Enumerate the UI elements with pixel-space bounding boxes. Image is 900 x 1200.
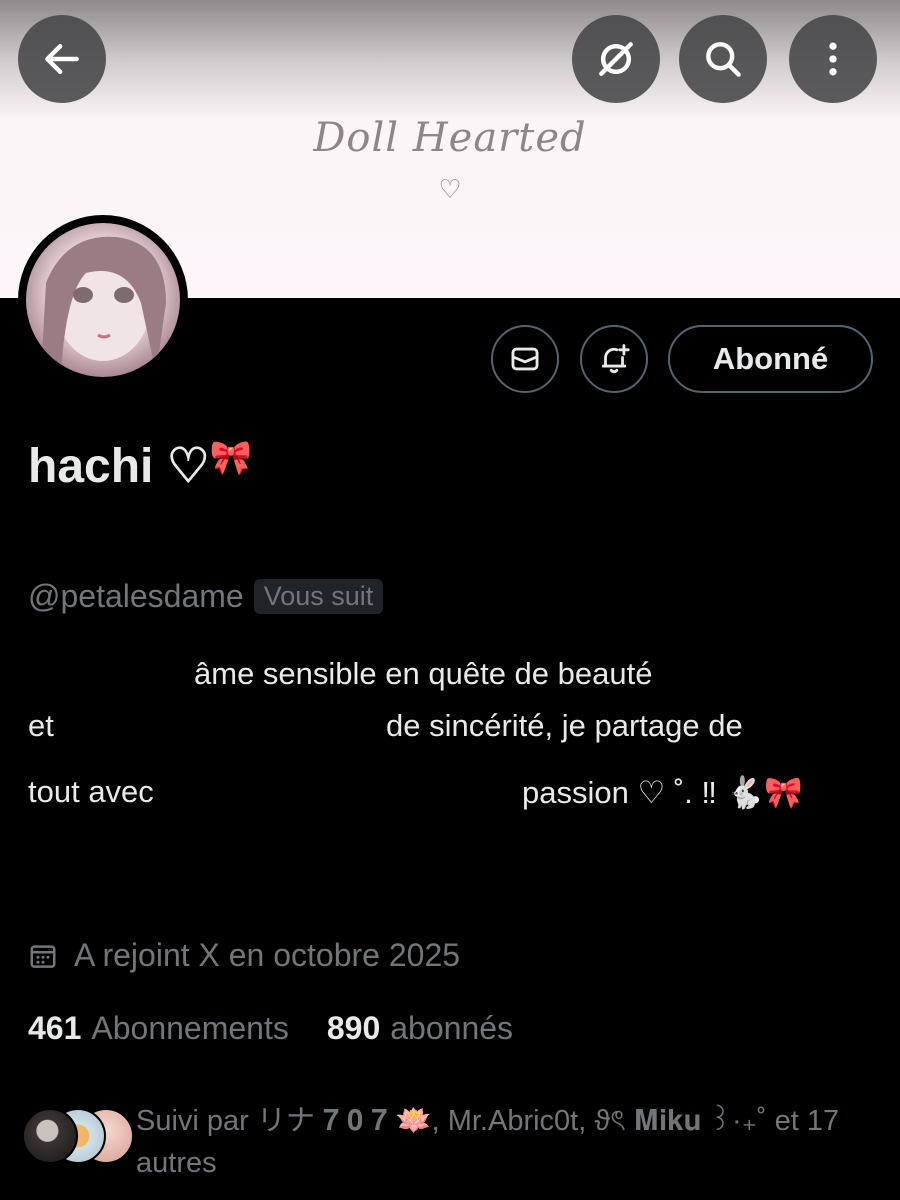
following-link[interactable]: 461 Abonnements xyxy=(28,1010,327,1047)
bio-line-3b: passion ♡ ˚. ‼ 🐇🎀 xyxy=(522,775,803,810)
following-button[interactable]: Abonné xyxy=(668,325,873,393)
arrow-left-icon xyxy=(45,43,79,75)
bio-line-2b: de sincérité, je partage de xyxy=(386,708,743,743)
joined-row: A rejoint X en octobre 2025 xyxy=(28,937,460,974)
calendar-icon xyxy=(30,944,56,968)
search-button[interactable] xyxy=(679,15,767,103)
bio-line-3a: tout avec xyxy=(28,774,154,809)
bell-plus-icon xyxy=(601,344,630,374)
followers-label: abonnés xyxy=(390,1010,514,1046)
banner-title: Doll Hearted xyxy=(313,115,587,161)
followers-count: 890 xyxy=(326,1010,381,1046)
bio-line-2a: et xyxy=(28,708,54,743)
grok-button[interactable] xyxy=(572,15,660,103)
display-name: hachi ♡🎀 xyxy=(28,438,252,494)
follows-you-badge: Vous suit xyxy=(253,579,384,614)
mail-icon xyxy=(511,347,539,371)
back-button[interactable] xyxy=(18,15,106,103)
mutual-avatar-1 xyxy=(22,1108,78,1164)
joined-date: A rejoint X en octobre 2025 xyxy=(74,937,461,973)
following-label: Abonnements xyxy=(91,1010,289,1046)
following-count: 461 xyxy=(28,1010,82,1046)
banner-heart: ♡ xyxy=(438,175,462,205)
followers-link[interactable]: 890 abonnés xyxy=(327,1010,551,1047)
bio-line-1: âme sensible en quête de beauté xyxy=(194,656,653,691)
more-vertical-icon xyxy=(829,42,837,76)
followed-by-text[interactable]: Suivi par リナ 𝟕 𝟎 𝟕 🪷, Mr.Abric0t, ϑৎ 𝐌𝐢𝐤… xyxy=(136,1100,876,1184)
message-button[interactable] xyxy=(491,325,559,393)
mutual-followers-avatars[interactable] xyxy=(22,1108,134,1164)
grok-icon xyxy=(599,42,633,76)
display-name-text: hachi ♡ xyxy=(28,440,210,493)
handle-row: @petalesdame Vous suit xyxy=(28,578,384,615)
avatar-image xyxy=(26,223,180,377)
notifications-button[interactable] xyxy=(580,325,648,393)
ribbon-emoji: 🎀 xyxy=(209,438,253,478)
handle: @petalesdame xyxy=(28,578,244,614)
follow-stats: 461 Abonnements 890 abonnés xyxy=(28,1010,551,1047)
avatar[interactable] xyxy=(18,215,188,385)
more-button[interactable] xyxy=(789,15,877,103)
search-icon xyxy=(706,42,741,77)
